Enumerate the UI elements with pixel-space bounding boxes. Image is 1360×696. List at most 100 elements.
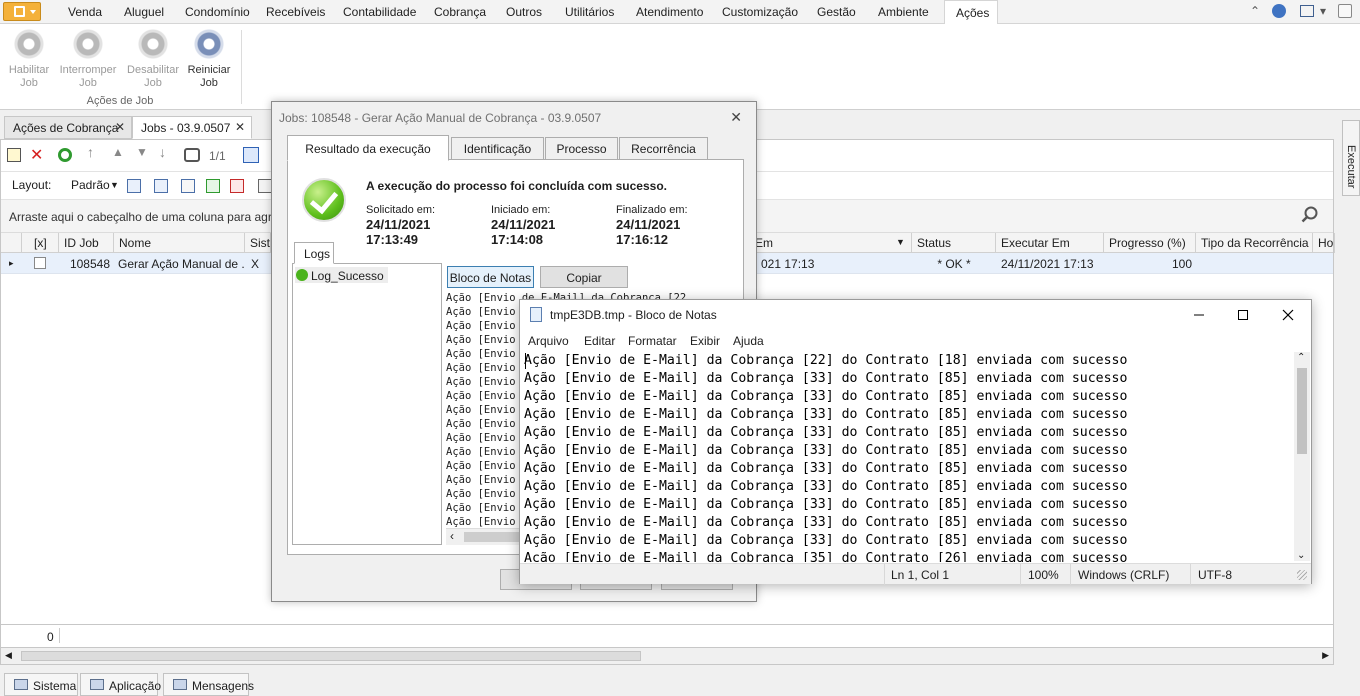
tab-sistema[interactable]: Sistema bbox=[4, 673, 78, 696]
close-icon[interactable]: ✕ bbox=[235, 120, 245, 134]
ribbon-group-separator bbox=[241, 30, 242, 104]
load-layout-icon[interactable] bbox=[154, 179, 168, 193]
app-menu-button[interactable] bbox=[3, 2, 41, 21]
open-notepad-button[interactable]: Bloco de Notas bbox=[447, 266, 534, 288]
cell-sistema: X bbox=[251, 257, 260, 271]
ribbon-tab-customizacao[interactable]: Customização bbox=[722, 5, 798, 19]
group-by-hint: Arraste aqui o cabeçalho de uma coluna p… bbox=[9, 210, 296, 224]
menu-editar[interactable]: Editar bbox=[584, 334, 615, 348]
maximize-icon[interactable] bbox=[1234, 306, 1252, 324]
ribbon-tab-recebiveis[interactable]: Recebíveis bbox=[266, 5, 325, 19]
status-divider bbox=[884, 564, 885, 585]
restart-job-button[interactable]: Reiniciar Job bbox=[178, 28, 240, 90]
ribbon-tab-acoes[interactable]: Ações bbox=[944, 0, 998, 25]
log-item-sucesso[interactable]: Log_Sucesso bbox=[295, 267, 388, 283]
next-record-icon[interactable]: ▼ bbox=[136, 145, 150, 159]
layout-label: Layout: bbox=[12, 178, 52, 192]
close-icon[interactable] bbox=[1279, 306, 1297, 324]
minimize-icon[interactable] bbox=[1190, 306, 1208, 324]
ribbon-tab-aluguel[interactable]: Aluguel bbox=[124, 5, 164, 19]
column-header-hora[interactable]: Hor bbox=[1313, 233, 1335, 253]
column-header-id-job[interactable]: ID Job bbox=[59, 233, 114, 253]
resize-grip-icon[interactable] bbox=[1297, 570, 1307, 580]
first-record-icon[interactable]: ↑ bbox=[87, 144, 101, 160]
column-header-select[interactable]: [x] bbox=[22, 233, 59, 253]
disable-job-button[interactable]: Desabilitar Job bbox=[122, 28, 184, 90]
search-icon[interactable] bbox=[1301, 206, 1319, 224]
ribbon-tab-cobranca[interactable]: Cobrança bbox=[434, 5, 486, 19]
chevron-down-icon[interactable]: ▼ bbox=[110, 180, 119, 190]
menu-formatar[interactable]: Formatar bbox=[628, 334, 677, 348]
export-icon[interactable] bbox=[206, 179, 220, 193]
notepad-text-area[interactable]: Ação [Envio de E-Mail] da Cobrança [22] … bbox=[524, 352, 1294, 562]
menu-ajuda[interactable]: Ajuda bbox=[733, 334, 764, 348]
ribbon-tab-gestao[interactable]: Gestão bbox=[817, 5, 856, 19]
tab-aplicacao[interactable]: Aplicação bbox=[80, 673, 161, 696]
menu-exibir[interactable]: Exibir bbox=[690, 334, 720, 348]
tab-logs[interactable]: Logs bbox=[294, 242, 334, 264]
scroll-down-icon[interactable]: ⌄ bbox=[1297, 550, 1305, 561]
tab-identificacao[interactable]: Identificação bbox=[451, 137, 544, 160]
ribbon-body: Habilitar Job Interromper Job Desabilita… bbox=[0, 24, 1360, 110]
save-layout-icon[interactable] bbox=[127, 179, 141, 193]
status-divider bbox=[1020, 564, 1021, 585]
execute-dock-tab[interactable]: Executar bbox=[1342, 120, 1360, 196]
scroll-up-icon[interactable]: ⌃ bbox=[1297, 352, 1305, 363]
tab-mensagens[interactable]: Mensagens bbox=[163, 673, 254, 696]
options-icon[interactable] bbox=[1338, 4, 1352, 18]
tab-recorrencia[interactable]: Recorrência bbox=[619, 137, 708, 160]
chevron-down-icon[interactable]: ▾ bbox=[1320, 4, 1326, 18]
ribbon-tab-outros[interactable]: Outros bbox=[506, 5, 542, 19]
interrupt-job-button[interactable]: Interromper Job bbox=[57, 28, 119, 90]
find-icon[interactable] bbox=[184, 148, 200, 162]
started-label: Iniciado em: bbox=[491, 204, 551, 216]
grid-settings-icon[interactable] bbox=[181, 179, 195, 193]
refresh-icon[interactable] bbox=[58, 148, 72, 162]
column-header-status[interactable]: Status bbox=[912, 233, 996, 253]
collapse-ribbon-icon[interactable]: ⌃ bbox=[1250, 4, 1260, 18]
help-icon[interactable] bbox=[1272, 4, 1286, 18]
finished-time: 17:16:12 bbox=[616, 232, 669, 247]
calendar-icon[interactable] bbox=[243, 147, 259, 163]
column-header-nome[interactable]: Nome bbox=[114, 233, 245, 253]
edit-icon[interactable] bbox=[7, 148, 21, 162]
scroll-left-icon[interactable]: ‹ bbox=[450, 529, 454, 543]
copy-button[interactable]: Copiar bbox=[540, 266, 628, 288]
menu-arquivo[interactable]: Arquivo bbox=[528, 334, 569, 348]
scrollbar-thumb[interactable] bbox=[464, 532, 524, 542]
scrollbar-thumb[interactable] bbox=[21, 651, 641, 661]
enable-job-button[interactable]: Habilitar Job bbox=[0, 28, 60, 90]
ribbon-tab-venda[interactable]: Venda bbox=[68, 5, 102, 19]
ribbon-tab-atendimento[interactable]: Atendimento bbox=[636, 5, 703, 19]
column-header-progresso[interactable]: Progresso (%) bbox=[1104, 233, 1196, 253]
tab-processo[interactable]: Processo bbox=[545, 137, 618, 160]
tab-resultado-execucao[interactable]: Resultado da execução bbox=[287, 135, 449, 161]
import-icon[interactable] bbox=[230, 179, 244, 193]
grid-horizontal-scrollbar[interactable]: ◀ ▶ bbox=[0, 647, 1334, 665]
scrollbar-thumb[interactable] bbox=[1297, 368, 1307, 454]
ribbon-tab-ambiente[interactable]: Ambiente bbox=[878, 5, 929, 19]
notepad-vertical-scrollbar[interactable]: ⌃ ⌄ bbox=[1294, 352, 1310, 561]
column-header-sistema[interactable]: Siste bbox=[245, 233, 271, 253]
column-header-executar-em[interactable]: Executar Em bbox=[996, 233, 1104, 253]
tab-jobs[interactable]: Jobs - 03.9.0507 ✕ bbox=[132, 116, 252, 139]
column-header-em[interactable]: Em bbox=[750, 233, 912, 253]
window-layout-icon[interactable] bbox=[1300, 5, 1314, 17]
tab-acoes-de-cobranca[interactable]: Ações de Cobrança ✕ bbox=[4, 116, 132, 139]
execute-dock-label: Executar bbox=[1345, 145, 1357, 189]
delete-icon[interactable]: ✕ bbox=[30, 145, 44, 164]
ribbon-tab-condominio[interactable]: Condomínio bbox=[185, 5, 250, 19]
scroll-left-icon[interactable]: ◀ bbox=[5, 650, 12, 661]
ribbon-tab-utilitarios[interactable]: Utilitários bbox=[565, 5, 614, 19]
last-record-icon[interactable]: ↓ bbox=[159, 144, 173, 160]
previous-record-icon[interactable]: ▲ bbox=[112, 145, 126, 159]
print-icon[interactable] bbox=[258, 179, 272, 193]
row-select-checkbox[interactable] bbox=[34, 257, 46, 269]
close-icon[interactable]: ✕ bbox=[115, 120, 125, 134]
layout-select[interactable]: Padrão bbox=[71, 178, 110, 192]
restart-job-label-1: Reiniciar bbox=[187, 64, 231, 76]
column-header-tipo-recorrencia[interactable]: Tipo da Recorrência bbox=[1196, 233, 1313, 253]
ribbon-tab-contabilidade[interactable]: Contabilidade bbox=[343, 5, 416, 19]
close-icon[interactable]: ✕ bbox=[730, 109, 742, 126]
scroll-right-icon[interactable]: ▶ bbox=[1322, 650, 1329, 661]
